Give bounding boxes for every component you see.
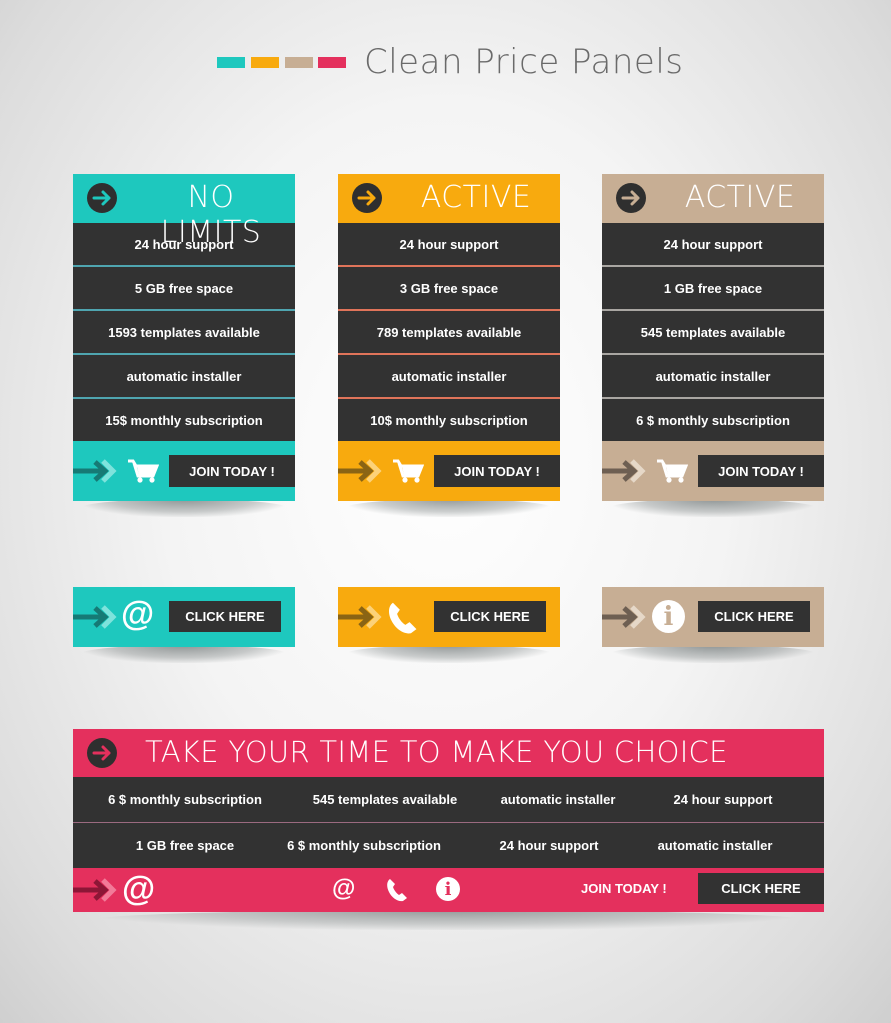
arrow-circle-icon[interactable] <box>87 183 117 213</box>
contact-panel: CLICK HERE <box>338 587 560 663</box>
feature-row: 1 GB free space 6 $ monthly subscription… <box>73 823 824 868</box>
join-today-button[interactable]: JOIN TODAY ! <box>434 455 560 487</box>
panel-shadow <box>81 645 287 663</box>
feature-cell: 545 templates available <box>312 792 458 807</box>
feature-row: 3 GB free space <box>338 267 560 311</box>
panel-footer: JOIN TODAY ! <box>602 441 824 501</box>
click-here-button[interactable]: CLICK HERE <box>698 601 810 632</box>
double-arrow-icon <box>602 605 646 629</box>
info-icon: i <box>652 600 685 633</box>
double-arrow-icon <box>73 605 117 629</box>
cart-icon[interactable] <box>656 458 688 484</box>
feature-cell: 1 GB free space <box>135 838 235 853</box>
pricing-panel: ACTIVE 24 hour support 1 GB free space 545… <box>602 174 824 517</box>
panel-title: ACTIVE <box>420 180 532 215</box>
at-sign-icon: @ <box>121 595 155 633</box>
double-arrow-icon <box>602 459 646 483</box>
cart-icon[interactable] <box>392 458 424 484</box>
feature-row: 10$ monthly subscription <box>338 399 560 441</box>
join-today-button[interactable]: JOIN TODAY ! <box>169 455 295 487</box>
double-arrow-icon <box>73 459 117 483</box>
color-swatch-teal <box>217 57 245 68</box>
panel-shadow <box>346 645 552 663</box>
click-here-button[interactable]: CLICK HERE <box>698 873 824 904</box>
at-sign-icon: @ <box>122 870 156 908</box>
feature-cell: 24 hour support <box>499 838 599 853</box>
feature-row: 15$ monthly subscription <box>73 399 295 441</box>
feature-cell: automatic installer <box>657 838 773 853</box>
panel-shadow <box>93 910 804 930</box>
wide-panel-header: TAKE YOUR TIME TO MAKE YOU CHOICE <box>73 729 824 777</box>
click-here-button[interactable]: CLICK HERE <box>169 601 281 632</box>
feature-row: 789 templates available <box>338 311 560 355</box>
feature-row: 24 hour support <box>338 223 560 267</box>
color-swatch-orange <box>251 57 279 68</box>
pricing-panel: NO LIMITS 24 hour support 5 GB free space… <box>73 174 295 517</box>
panel-header: ACTIVE <box>338 174 560 223</box>
feature-cell: automatic installer <box>500 792 616 807</box>
panel-shadow <box>610 645 816 663</box>
feature-row: 1 GB free space <box>602 267 824 311</box>
panel-footer: JOIN TODAY ! <box>338 441 560 501</box>
wide-panel-title: TAKE YOUR TIME TO MAKE YOU CHOICE <box>145 735 728 769</box>
panel-shadow <box>610 499 816 517</box>
panel-shadow <box>346 499 552 517</box>
double-arrow-icon <box>338 459 382 483</box>
phone-icon <box>389 602 417 634</box>
feature-cell: 24 hour support <box>673 792 773 807</box>
feature-row: automatic installer <box>73 355 295 399</box>
feature-row: automatic installer <box>602 355 824 399</box>
cart-icon[interactable] <box>127 458 159 484</box>
contact-panel: @ CLICK HERE <box>73 587 295 663</box>
feature-row: 5 GB free space <box>73 267 295 311</box>
page-title: Clean Price Panels <box>364 42 684 82</box>
panel-title: NO LIMITS <box>160 180 262 250</box>
panel-title: ACTIVE <box>684 180 796 215</box>
double-arrow-icon <box>338 605 382 629</box>
join-today-link[interactable]: JOIN TODAY ! <box>581 881 667 896</box>
wide-panel-footer: @ @ i JOIN TODAY ! CLICK HERE <box>73 868 824 912</box>
feature-row: 6 $ monthly subscription <box>602 399 824 441</box>
arrow-circle-icon[interactable] <box>352 183 382 213</box>
color-swatch-pink <box>318 57 346 68</box>
feature-row: 24 hour support <box>602 223 824 267</box>
pricing-panel: ACTIVE 24 hour support 3 GB free space 789… <box>338 174 560 517</box>
panel-shadow <box>81 499 287 517</box>
join-today-button[interactable]: JOIN TODAY ! <box>698 455 824 487</box>
wide-pricing-panel: TAKE YOUR TIME TO MAKE YOU CHOICE 6 $ mo… <box>73 729 824 930</box>
click-here-button[interactable]: CLICK HERE <box>434 601 546 632</box>
at-sign-icon[interactable]: @ <box>332 875 355 903</box>
feature-cell: 6 $ monthly subscription <box>287 838 441 853</box>
info-icon[interactable]: i <box>436 877 460 901</box>
arrow-circle-icon[interactable] <box>616 183 646 213</box>
panel-header: NO LIMITS <box>73 174 295 250</box>
feature-row: 545 templates available <box>602 311 824 355</box>
arrow-circle-icon[interactable] <box>87 738 117 768</box>
feature-cell: 6 $ monthly subscription <box>108 792 262 807</box>
feature-row: automatic installer <box>338 355 560 399</box>
color-swatch-tan <box>285 57 313 68</box>
phone-icon[interactable] <box>385 877 411 903</box>
panel-header: ACTIVE <box>602 174 824 223</box>
contact-panel: i CLICK HERE <box>602 587 824 663</box>
feature-row: 6 $ monthly subscription 545 templates a… <box>73 777 824 823</box>
feature-row: 1593 templates available <box>73 311 295 355</box>
double-arrow-icon <box>73 878 117 902</box>
panel-footer: JOIN TODAY ! <box>73 441 295 501</box>
